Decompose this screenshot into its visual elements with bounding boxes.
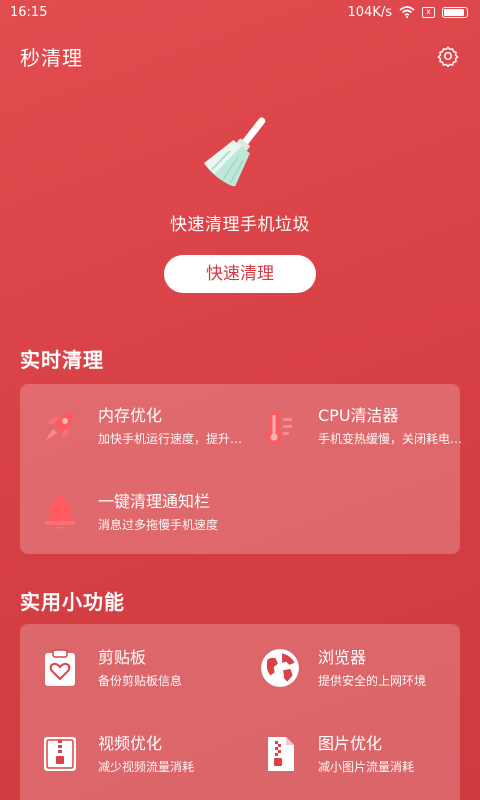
status-time: 16:15 xyxy=(10,4,48,20)
image-optimize-item[interactable]: 图片优化 减小图片流量消耗 xyxy=(240,724,450,784)
status-icons: 104K/s x xyxy=(347,4,468,20)
settings-button[interactable] xyxy=(436,44,460,68)
clipboard-item[interactable]: 剪贴板 备份剪贴板信息 xyxy=(20,638,230,698)
thermometer-icon xyxy=(258,404,302,448)
browser-desc: 提供安全的上网环境 xyxy=(318,674,427,688)
battery-icon xyxy=(442,6,468,18)
memory-optimize-name: 内存优化 xyxy=(98,406,163,425)
clipboard-name: 剪贴板 xyxy=(98,648,147,667)
notification-clean-name: 一键清理通知栏 xyxy=(98,492,211,511)
broom-icon xyxy=(204,117,266,188)
realtime-card: 内存优化 加快手机运行速度，提升流畅度 CPU清洁器 手机变热缓慢，关闭耗电应用 xyxy=(20,384,466,554)
status-bar: 16:15 104K/s x xyxy=(0,0,480,24)
zip-file-icon xyxy=(38,732,82,776)
app-screen: 16:15 104K/s x 秒清理 快速清理手机垃圾 快速清理 实时清理 内存… xyxy=(0,0,480,800)
memory-optimize-item[interactable]: 内存优化 加快手机运行速度，提升流畅度 xyxy=(20,396,246,456)
cpu-cleaner-desc: 手机变热缓慢，关闭耗电应用 xyxy=(318,432,466,446)
image-optimize-name: 图片优化 xyxy=(318,734,383,753)
browser-name: 浏览器 xyxy=(318,648,367,667)
notification-clean-item[interactable]: 一键清理通知栏 消息过多拖慢手机速度 xyxy=(20,482,230,542)
bell-icon xyxy=(38,490,82,534)
memory-optimize-desc: 加快手机运行速度，提升流畅度 xyxy=(98,432,246,446)
clipboard-heart-icon xyxy=(38,646,82,690)
wifi-icon xyxy=(399,6,415,18)
clipboard-desc: 备份剪贴板信息 xyxy=(98,674,183,688)
network-speed: 104K/s xyxy=(347,4,393,20)
rocket-icon xyxy=(38,404,82,448)
browser-item[interactable]: 浏览器 提供安全的上网环境 xyxy=(240,638,450,698)
app-bar: 秒清理 xyxy=(20,40,460,72)
tools-section-title: 实用小功能 xyxy=(20,590,125,614)
cpu-cleaner-item[interactable]: CPU清洁器 手机变热缓慢，关闭耗电应用 xyxy=(240,396,466,456)
notification-clean-desc: 消息过多拖慢手机速度 xyxy=(98,518,219,532)
image-file-icon xyxy=(258,732,302,776)
quick-clean-button[interactable]: 快速清理 xyxy=(164,255,316,293)
realtime-section-title: 实时清理 xyxy=(20,348,104,372)
hero-title: 快速清理手机垃圾 xyxy=(170,215,310,235)
cpu-cleaner-name: CPU清洁器 xyxy=(318,406,399,425)
video-optimize-name: 视频优化 xyxy=(98,734,163,753)
image-optimize-desc: 减小图片流量消耗 xyxy=(318,760,415,774)
app-title: 秒清理 xyxy=(20,45,83,70)
tools-card: 剪贴板 备份剪贴板信息 浏览器 提供安全的上网环境 视频优化 减少视频流量消耗 … xyxy=(20,624,460,800)
video-optimize-desc: 减少视频流量消耗 xyxy=(98,760,195,774)
globe-icon xyxy=(258,646,302,690)
sim-icon: x xyxy=(422,6,435,18)
hero-section: 快速清理手机垃圾 快速清理 xyxy=(0,110,480,293)
gear-icon xyxy=(437,46,459,67)
video-optimize-item[interactable]: 视频优化 减少视频流量消耗 xyxy=(20,724,230,784)
